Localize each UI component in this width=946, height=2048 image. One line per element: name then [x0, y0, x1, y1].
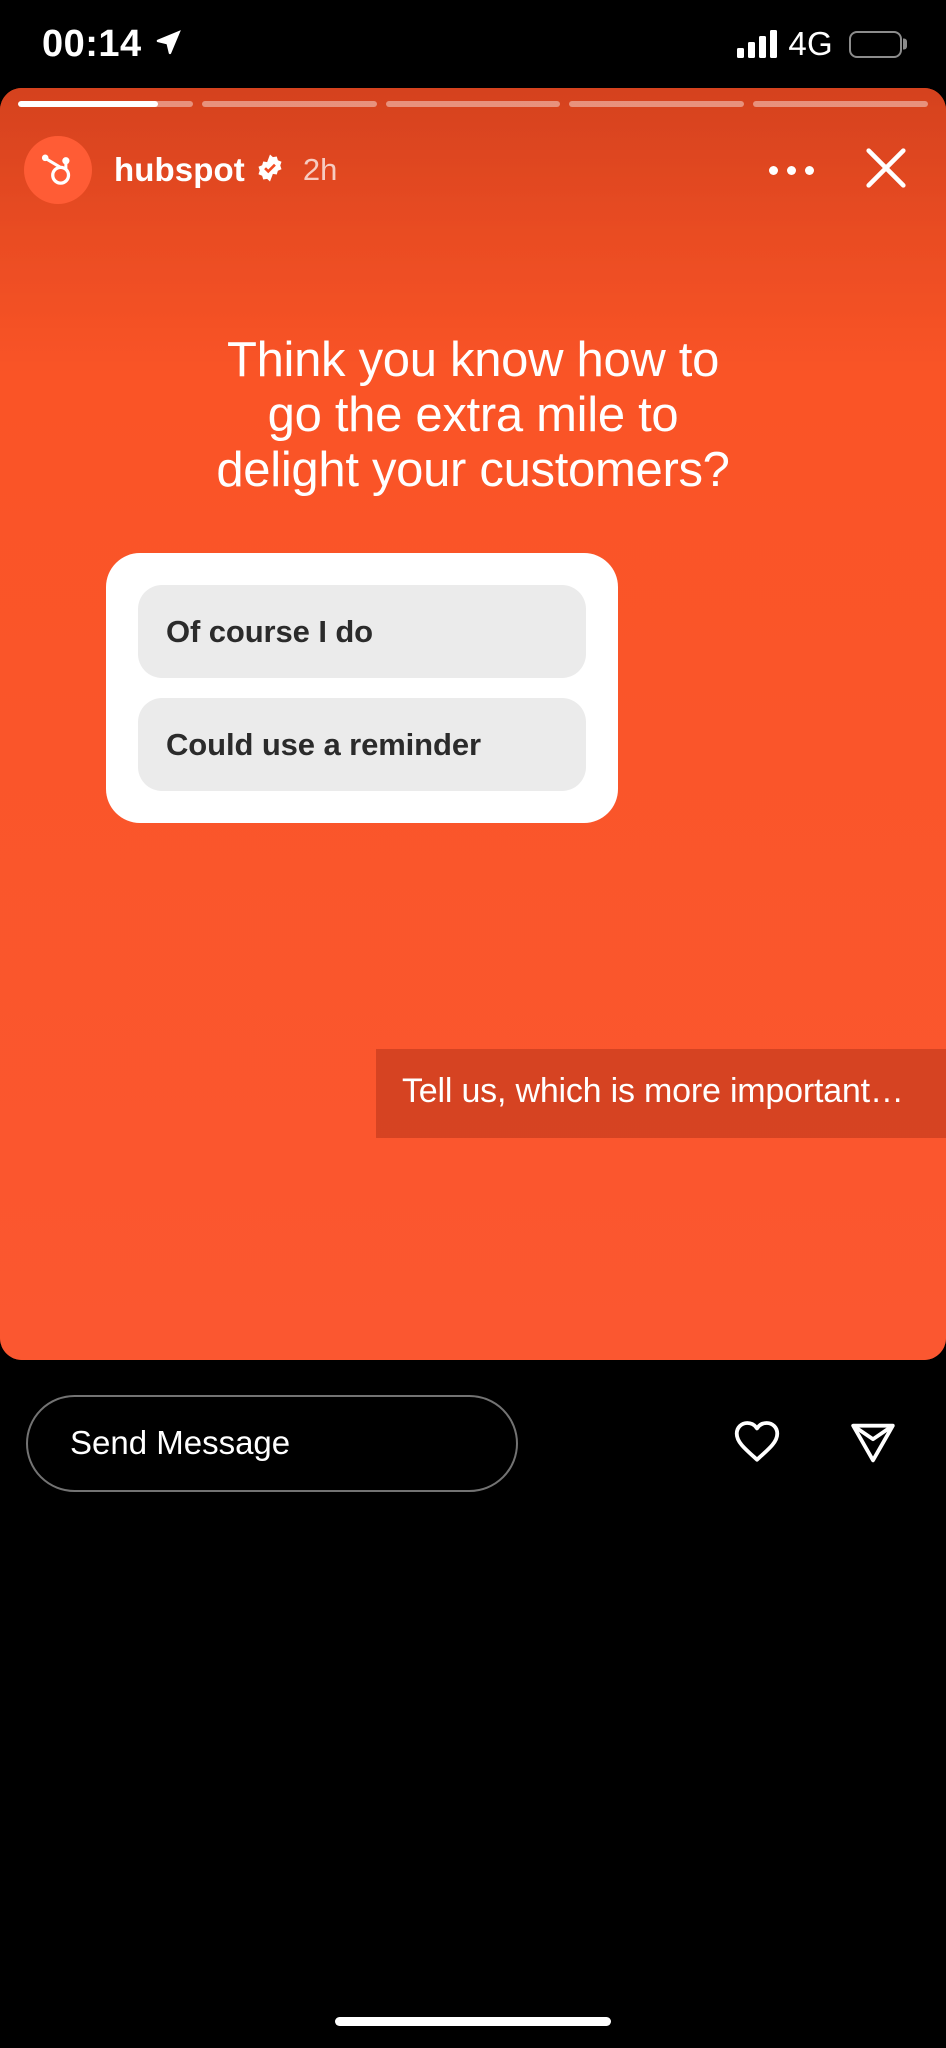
status-bar-right: 4G — [737, 25, 902, 63]
story-card[interactable]: hubspot 2h Think you know how to go the — [0, 88, 946, 1360]
hubspot-sprocket-logo — [37, 147, 79, 194]
home-indicator — [335, 2017, 611, 2026]
story-progress-bars — [18, 101, 928, 107]
story-timestamp: 2h — [302, 152, 338, 187]
progress-segment[interactable] — [753, 101, 928, 107]
network-type-label: 4G — [788, 25, 833, 62]
poll-option-2[interactable]: Could use a reminder — [138, 698, 586, 791]
story-question-text: Think you know how to go the extra mile … — [60, 333, 886, 498]
poll-card: Of course I do Could use a reminder — [106, 553, 618, 823]
progress-segment[interactable] — [569, 101, 745, 107]
verified-badge-icon — [255, 153, 285, 188]
cellular-signal-icon — [737, 30, 778, 58]
poll-option-1[interactable]: Of course I do — [138, 585, 586, 678]
phone-screen: 00:14 4G hubspot 2h Think you know how t… — [0, 0, 946, 2048]
heart-icon[interactable] — [720, 1404, 794, 1483]
battery-low-icon — [849, 30, 902, 58]
question-line-1: Think you know how to — [226, 333, 720, 387]
progress-segment[interactable] — [385, 101, 561, 107]
avatar[interactable] — [24, 136, 92, 204]
send-message-input[interactable]: Send Message — [26, 1394, 518, 1492]
question-line-3: delight your customers? — [216, 442, 730, 497]
status-bar: 00:14 4G — [0, 0, 946, 88]
clock-time: 00:14 — [42, 22, 142, 65]
more-options-icon[interactable] — [759, 152, 824, 189]
progress-segment[interactable] — [18, 101, 193, 107]
close-icon[interactable] — [854, 136, 918, 205]
progress-segment[interactable] — [201, 101, 377, 107]
story-text-overlay: Tell us, which is more important… — [376, 1049, 946, 1139]
account-username[interactable]: hubspot — [114, 151, 245, 189]
paper-plane-icon[interactable] — [836, 1404, 910, 1483]
question-line-2: go the extra mile to — [267, 387, 679, 442]
story-header: hubspot 2h — [0, 124, 946, 216]
story-bottom-bar: Send Message — [0, 1378, 946, 1508]
location-arrow-icon — [154, 27, 184, 62]
status-bar-left: 00:14 — [42, 23, 184, 66]
overlay-line-2: important… — [729, 1072, 904, 1110]
overlay-line-1: Tell us, which is more — [402, 1072, 721, 1110]
